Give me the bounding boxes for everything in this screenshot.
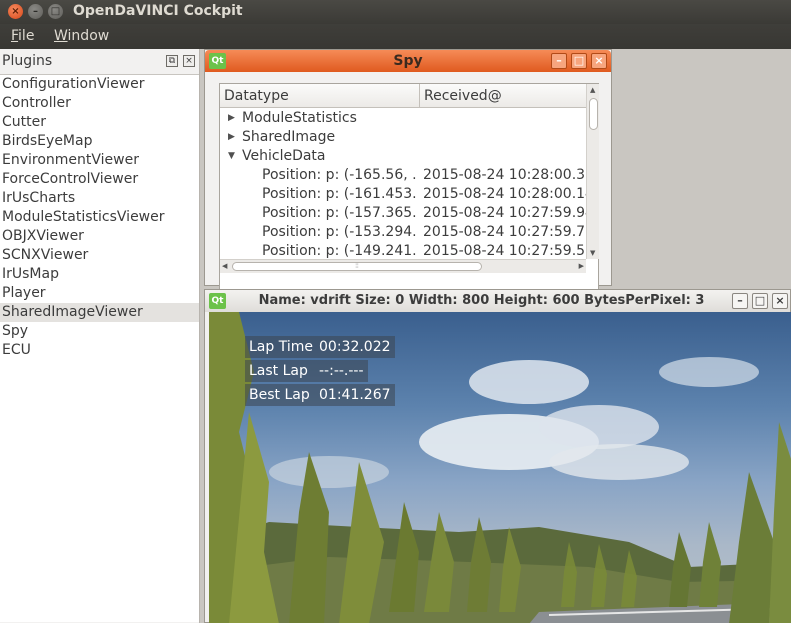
menu-window-mnemonic: W <box>54 28 68 44</box>
plugin-item[interactable]: IrUsMap <box>0 265 199 284</box>
hud-label: Lap Time <box>249 339 313 355</box>
datatype-cell: Position: p: (-149.241... <box>262 243 418 259</box>
tree-node-label: ModuleStatistics <box>242 110 357 126</box>
datatype-cell: Position: p: (-165.56, ... <box>262 167 418 183</box>
tree-header: Datatype Received@ <box>220 84 586 108</box>
spy-tree[interactable]: Datatype Received@ ▶ ModuleStatistics ▶ Sha… <box>219 83 599 295</box>
plugin-item[interactable]: Cutter <box>0 113 199 132</box>
vertical-scrollbar[interactable]: ▲ ▼ <box>586 84 599 259</box>
tree-node[interactable]: ▼ VehicleData <box>220 147 586 166</box>
datatype-cell: Position: p: (-153.294... <box>262 224 418 240</box>
shared-image-title: Name: vdrift Size: 0 Width: 800 Height: … <box>258 293 705 308</box>
menu-window-rest: indow <box>67 28 110 44</box>
scroll-up-icon[interactable]: ▲ <box>590 86 595 94</box>
tree-node-label: VehicleData <box>242 148 326 164</box>
app-title: OpenDaVINCI Cockpit <box>73 3 243 19</box>
image-close-button[interactable]: × <box>772 293 788 309</box>
image-maximize-button[interactable]: □ <box>752 293 768 309</box>
plugin-item[interactable]: SharedImageViewer <box>0 303 199 322</box>
plugin-item[interactable]: ECU <box>0 341 199 360</box>
shared-image-titlebar[interactable]: Qt Name: vdrift Size: 0 Width: 800 Heigh… <box>205 290 790 312</box>
plugins-dock-header: Plugins ⧉ × <box>0 49 200 74</box>
plugin-list: ConfigurationViewer Controller Cutter Birds… <box>0 74 199 622</box>
menu-file-mnemonic: F <box>11 28 19 44</box>
tree-node[interactable]: ▶ ModuleStatistics <box>220 109 586 128</box>
maximize-window-button[interactable]: □ <box>48 4 63 19</box>
scroll-left-icon[interactable]: ◀ <box>222 262 227 270</box>
menu-file[interactable]: File <box>11 28 34 44</box>
scroll-right-icon[interactable]: ▶ <box>579 262 584 270</box>
plugin-item[interactable]: EnvironmentViewer <box>0 151 199 170</box>
datatype-cell: Position: p: (-161.453... <box>262 186 418 202</box>
vertical-scroll-thumb[interactable] <box>589 98 598 130</box>
tree-body: ▶ ModuleStatistics ▶ SharedImage ▼ VehicleDat… <box>220 109 586 259</box>
plugin-item[interactable]: Controller <box>0 94 199 113</box>
tree-child-row[interactable]: Position: p: (-165.56, ... 2015-08-24 10:… <box>220 166 586 185</box>
plugin-item[interactable]: ForceControlViewer <box>0 170 199 189</box>
horizontal-scroll-thumb[interactable]: ⦙⦙ <box>232 262 482 271</box>
received-cell: 2015-08-24 10:28:00.329 <box>423 167 586 183</box>
race-scene-image <box>209 312 791 623</box>
hud-value: 01:41.267 <box>319 387 391 403</box>
hud-lap-time: Lap Time 00:32.022 <box>245 336 395 358</box>
plugin-item[interactable]: BirdsEyeMap <box>0 132 199 151</box>
hud-best-lap: Best Lap 01:41.267 <box>245 384 395 406</box>
spy-maximize-button[interactable]: □ <box>571 53 587 69</box>
plugins-title: Plugins <box>2 53 53 69</box>
tree-node-label: SharedImage <box>242 129 336 145</box>
datatype-cell: Position: p: (-157.365... <box>262 205 418 221</box>
received-cell: 2015-08-24 10:27:59.572 <box>423 243 586 259</box>
received-cell: 2015-08-24 10:27:59.756 <box>423 224 586 240</box>
plugin-item[interactable]: ModuleStatisticsViewer <box>0 208 199 227</box>
image-minimize-button[interactable]: – <box>732 293 748 309</box>
tree-child-row[interactable]: Position: p: (-157.365... 2015-08-24 10:2… <box>220 204 586 223</box>
close-window-button[interactable]: × <box>8 4 23 19</box>
received-cell: 2015-08-24 10:28:00.149 <box>423 186 586 202</box>
float-dock-icon[interactable]: ⧉ <box>166 55 178 67</box>
minimize-window-button[interactable]: – <box>28 4 43 19</box>
scroll-down-icon[interactable]: ▼ <box>590 249 595 257</box>
column-datatype[interactable]: Datatype <box>224 88 289 104</box>
qt-logo-icon: Qt <box>209 293 226 309</box>
tree-node[interactable]: ▶ SharedImage <box>220 128 586 147</box>
menu-file-rest: ile <box>18 28 35 44</box>
plugin-item[interactable]: Spy <box>0 322 199 341</box>
shared-image-window: Qt Name: vdrift Size: 0 Width: 800 Heigh… <box>204 289 791 623</box>
spy-titlebar[interactable]: Qt Spy – □ × <box>205 50 611 72</box>
plugin-item[interactable]: OBJXViewer <box>0 227 199 246</box>
hud-value: --:--.--- <box>319 363 364 379</box>
hud-label: Best Lap <box>249 387 310 403</box>
menu-window[interactable]: Window <box>54 28 109 44</box>
spy-minimize-button[interactable]: – <box>551 53 567 69</box>
hud-label: Last Lap <box>249 363 308 379</box>
spy-window: Qt Spy – □ × Datatype Received@ ▶ ModuleS… <box>204 49 612 295</box>
hud-last-lap: Last Lap --:--.--- <box>245 360 368 382</box>
hud-value: 00:32.022 <box>319 339 391 355</box>
column-separator[interactable] <box>419 84 420 108</box>
tree-child-row[interactable]: Position: p: (-161.453... 2015-08-24 10:2… <box>220 185 586 204</box>
plugins-dock: Plugins ⧉ × ConfigurationViewer Controlle… <box>0 49 200 623</box>
collapsed-arrow-icon[interactable]: ▶ <box>228 128 235 147</box>
tree-child-row[interactable]: Position: p: (-153.294... 2015-08-24 10:2… <box>220 223 586 242</box>
plugin-item[interactable]: SCNXViewer <box>0 246 199 265</box>
plugin-item[interactable]: ConfigurationViewer <box>0 75 199 94</box>
menubar: File Window <box>0 24 791 49</box>
plugin-item[interactable]: IrUsCharts <box>0 189 199 208</box>
collapsed-arrow-icon[interactable]: ▶ <box>228 109 235 128</box>
camera-image: Lap Time 00:32.022 Last Lap --:--.--- Best… <box>209 312 791 623</box>
spy-close-button[interactable]: × <box>591 53 607 69</box>
tree-child-row[interactable]: Position: p: (-149.241... 2015-08-24 10:2… <box>220 242 586 259</box>
horizontal-scrollbar[interactable]: ◀ ⦙⦙ ▶ <box>220 259 586 273</box>
plugin-item[interactable]: Player <box>0 284 199 303</box>
main-titlebar: × – □ OpenDaVINCI Cockpit <box>0 0 791 24</box>
received-cell: 2015-08-24 10:27:59.942 <box>423 205 586 221</box>
expanded-arrow-icon[interactable]: ▼ <box>228 147 235 166</box>
column-received[interactable]: Received@ <box>424 88 502 104</box>
close-dock-icon[interactable]: × <box>183 55 195 67</box>
